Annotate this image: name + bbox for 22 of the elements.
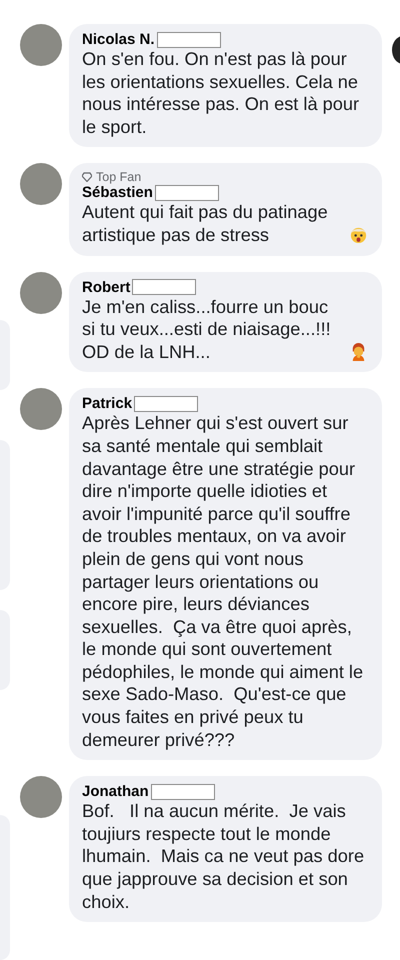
avatar[interactable] — [20, 388, 62, 430]
top-fan-label: Top Fan — [96, 170, 142, 184]
avatar[interactable] — [20, 776, 62, 818]
author-name[interactable]: Robert — [82, 278, 130, 296]
redaction-box — [134, 396, 198, 412]
author-name[interactable]: Jonathan — [82, 783, 149, 800]
author-name[interactable]: Sébastien — [82, 184, 153, 202]
avatar[interactable] — [20, 24, 62, 66]
redaction-box — [154, 184, 219, 201]
avatar[interactable] — [20, 272, 62, 314]
author-name[interactable]: Patrick — [82, 395, 132, 412]
redaction-box — [156, 32, 221, 48]
author-name[interactable]: Nicolas N. — [82, 31, 155, 48]
avatar[interactable] — [20, 163, 62, 206]
redaction-box — [132, 279, 196, 296]
comment-text: Après Lehner qui s'est ouvert sur sa santé mentale qui semblait davantage être une stratégie pour dire n'importe quelle idioties et avoir l'impunité parce qu'il souffre de troubles mentaux, on va avoir plein de gens qui vont nous partager leurs orientations ou encore pire, leurs déviances sexuelles. Ça va être quoi après, le monde qui sont ouvertement pédophiles, le monde qui aiment le sexe Sado-Maso. Qu'est-ce que vous faites en privé peux tu demeurer privé??? — [82, 413, 364, 750]
comment-text: Autent qui fait pas du patinage artistique pas de stress — [82, 201, 329, 247]
redaction-box — [150, 784, 215, 800]
diamond-icon — [82, 172, 92, 182]
comment-text: Bof. Il na aucun mérite. Je vais toujiurs respecte tout le monde lhumain. Mais ca ne veut pas dore que japprouve sa decision et son choix. — [82, 801, 366, 912]
comment-text: Je m'en caliss...fourre un bouc si tu veux...esti de niaisage...!!! OD de la LNH... — [82, 296, 332, 364]
comment-text: On s'en fou. On n'est pas là pour les orientations sexuelles. Cela ne nous intéresse pas. On est là pour le sport. — [82, 49, 360, 137]
